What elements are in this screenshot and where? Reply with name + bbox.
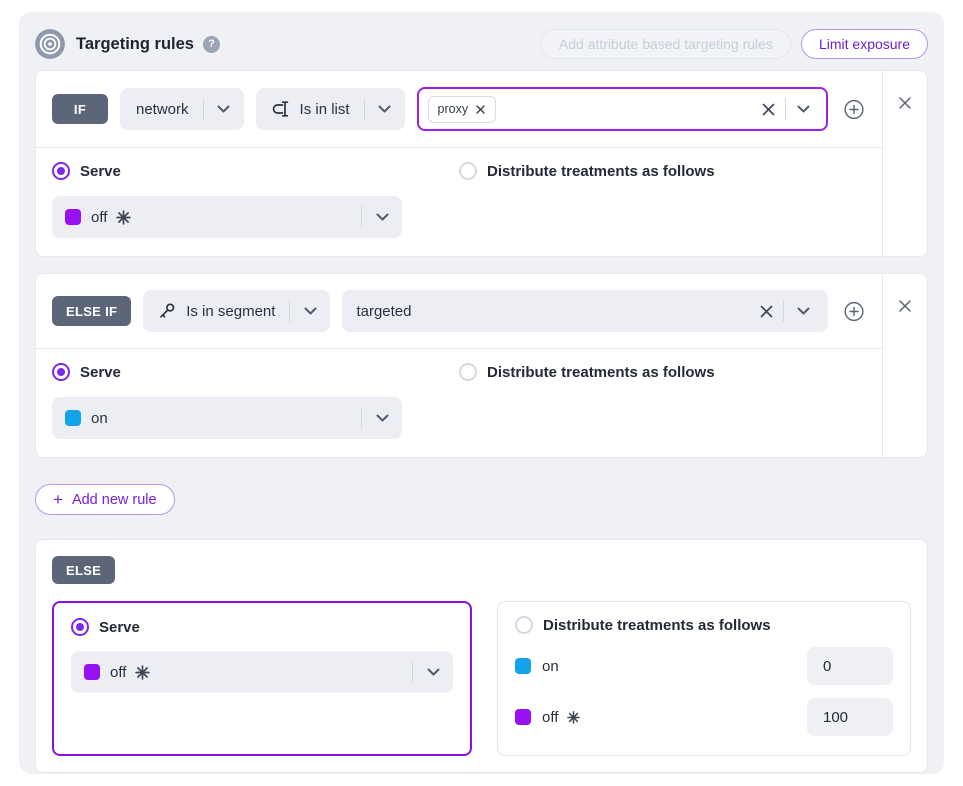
matcher-select-value: Is in list [300,101,350,118]
segment-key-icon [157,301,177,321]
distribute-option[interactable]: Distribute treatments as follows [459,363,866,381]
matcher-select[interactable]: Is in list [256,88,405,130]
distribute-label: Distribute treatments as follows [487,364,715,381]
target-icon [35,29,65,59]
distribute-radio-unselected[interactable] [459,363,477,381]
distribute-label: Distribute treatments as follows [543,617,771,634]
distribute-radio-unselected[interactable] [459,162,477,180]
default-treatment-icon [567,711,580,724]
condition-row: IF network Is in list [36,71,882,148]
chevron-down-icon [362,397,402,439]
treatment-select[interactable]: on [52,397,402,439]
clear-input-icon[interactable] [753,102,783,117]
chevron-down-icon[interactable] [784,290,822,332]
value-chip-label: proxy [438,102,469,116]
treatment-name: off [110,664,126,681]
if-badge: IF [52,94,108,124]
chip-remove-icon[interactable] [475,104,486,115]
distribute-option[interactable]: Distribute treatments as follows [515,616,893,634]
distribute-label: Distribute treatments as follows [487,163,715,180]
serve-label: Serve [80,364,121,381]
targeting-rules-panel: Targeting rules ? Add attribute based ta… [19,12,944,774]
serve-radio-selected[interactable] [71,618,89,636]
matcher-select-value: Is in segment [186,303,275,320]
rule-side-column [882,71,927,256]
chevron-down-icon [365,88,405,130]
percentage-input-on[interactable] [807,647,893,685]
percentage-input-off[interactable] [807,698,893,736]
serve-option[interactable]: Serve [52,363,459,381]
matcher-select[interactable]: Is in segment [143,290,330,332]
default-treatment-icon [135,665,150,680]
else-serve-card[interactable]: Serve off [52,601,472,756]
value-chip: proxy [428,96,497,123]
serve-option[interactable]: Serve [52,162,459,180]
treatment-color-swatch [65,410,81,426]
chevron-down-icon[interactable] [786,88,820,130]
else-distribute-card[interactable]: Distribute treatments as follows on off [497,601,911,756]
delete-rule-icon[interactable] [895,296,915,316]
treatment-color-swatch [515,658,531,674]
distribute-option[interactable]: Distribute treatments as follows [459,162,866,180]
chevron-down-icon [290,290,330,332]
segment-value-input[interactable]: targeted [342,290,828,332]
limit-exposure-button[interactable]: Limit exposure [801,29,928,59]
serve-radio-selected[interactable] [52,363,70,381]
else-card: ELSE Serve off [35,539,928,773]
add-attribute-rules-button: Add attribute based targeting rules [541,29,791,59]
rule-side-column [882,274,927,457]
rule-card-if: IF network Is in list [35,70,928,257]
else-badge: ELSE [52,556,115,584]
serve-radio-selected[interactable] [52,162,70,180]
treatment-color-swatch [84,664,100,680]
add-new-rule-label: Add new rule [72,492,157,508]
serve-label: Serve [80,163,121,180]
serve-section: Serve Distribute treatments as follows o… [36,349,882,457]
default-treatment-icon [116,210,131,225]
add-condition-icon[interactable] [844,301,864,321]
else-if-badge: ELSE IF [52,296,131,326]
clear-input-icon[interactable] [751,304,781,319]
page-title: Targeting rules [76,35,194,54]
serve-section: Serve Distribute treatments as follows o… [36,148,882,256]
attribute-select[interactable]: network [120,88,244,130]
plus-icon: + [53,491,63,508]
attribute-select-value: network [136,101,189,118]
distribute-radio-unselected[interactable] [515,616,533,634]
rule-values-input[interactable]: proxy [417,87,828,131]
condition-row: ELSE IF Is in segment targe [36,274,882,349]
treatment-color-swatch [515,709,531,725]
serve-option[interactable]: Serve [71,618,453,636]
distribute-row-off: off [515,698,893,736]
chevron-down-icon [204,88,244,130]
treatment-color-swatch [65,209,81,225]
segment-value: targeted [356,303,411,320]
treatment-select[interactable]: off [71,651,453,693]
distribute-row-on: on [515,647,893,685]
chevron-down-icon [413,651,453,693]
treatment-name: off [91,209,107,226]
string-type-icon [270,99,291,119]
treatment-name: on [91,410,108,427]
treatment-select[interactable]: off [52,196,402,238]
add-condition-icon[interactable] [844,99,864,119]
treatment-name: off [542,709,558,726]
help-icon[interactable]: ? [203,36,220,53]
delete-rule-icon[interactable] [895,93,915,113]
chevron-down-icon [362,196,402,238]
serve-label: Serve [99,619,140,636]
treatment-name: on [542,658,559,675]
add-new-rule-button[interactable]: + Add new rule [35,484,175,515]
rule-card-else-if: ELSE IF Is in segment targe [35,273,928,458]
panel-header: Targeting rules ? Add attribute based ta… [35,28,928,60]
